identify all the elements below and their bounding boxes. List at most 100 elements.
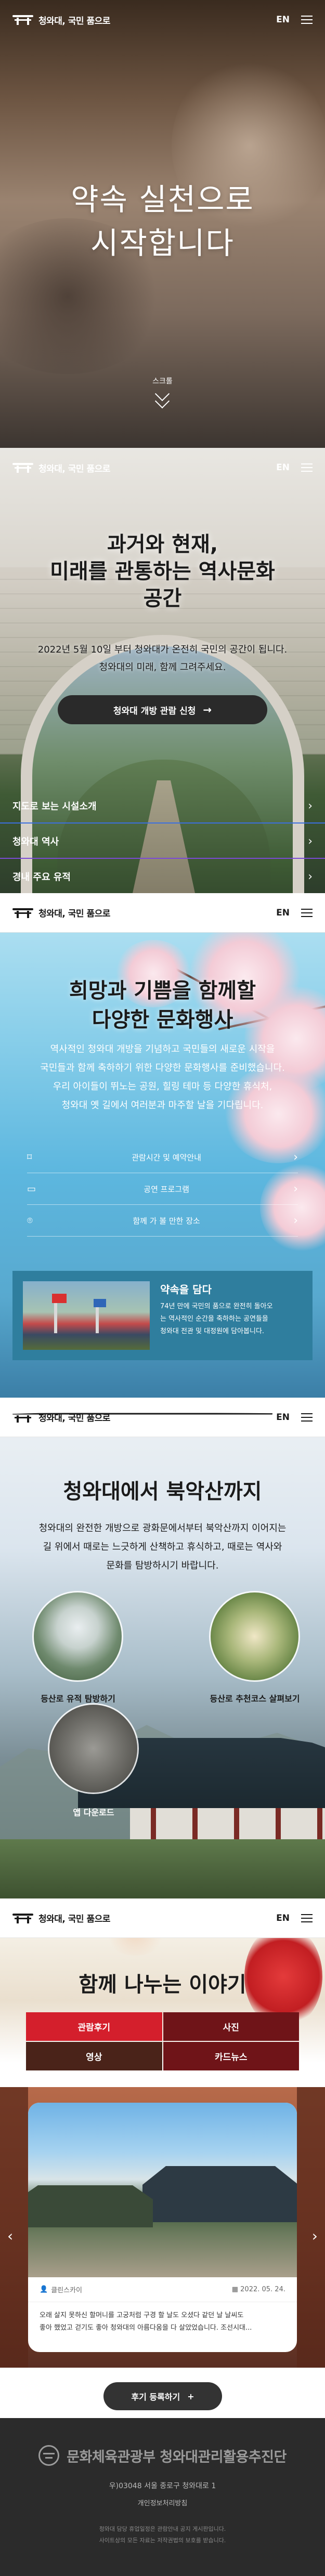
privacy-policy-link[interactable]: 개인정보처리방침	[0, 2498, 325, 2507]
review-carousel: ‹ › 👤 클린스카이 ▦ 2022. 05. 24. 오래 살지 못하신 할머니…	[0, 2087, 325, 2368]
history-title-line3: 공간	[143, 587, 182, 610]
hamburger-menu-icon[interactable]	[301, 1413, 313, 1422]
culture-desc-line4: 청와대 옛 길에서 여러분과 마주할 날을 기다립니다.	[61, 1100, 264, 1111]
location-pin-icon: ⌾	[27, 1215, 33, 1226]
app-download-button[interactable]	[48, 1703, 139, 1794]
review-text-line2: 좋아 했었고 걷기도 좋아 청와대의 아름다움을 다 살았었습니다. 조선시대.…	[40, 2324, 252, 2332]
bluehouse-logo-icon	[12, 461, 33, 474]
history-title-line1: 과거와 현재,	[107, 533, 218, 556]
hamburger-menu-icon[interactable]	[301, 463, 313, 472]
language-toggle[interactable]: EN	[276, 1913, 290, 1923]
bugak-description: 청와대의 완전한 개방으로 광화문에서부터 북악산까지 이어지는 길 위에서 때…	[10, 1519, 315, 1575]
info-row-program[interactable]: ▭ 공연 프로그램 ›	[27, 1173, 298, 1205]
review-user: 클린스카이	[51, 2287, 82, 2294]
bluehouse-logo-icon	[12, 1411, 272, 1424]
culture-desc-line1: 역사적인 청와대 개방을 기념하고 국민들의 새로운 시작을	[50, 1044, 275, 1055]
link-label: 지도로 보는 시설소개	[12, 801, 97, 812]
logo-text: 청와대, 국민 품으로	[38, 16, 110, 26]
link-label: 청와대 역사	[12, 836, 59, 847]
footer-logo-text: 문화체육관광부 청와대관리활용추진단	[67, 2449, 287, 2465]
visit-apply-button[interactable]: 청와대 개방 관람 신청 →	[58, 695, 267, 724]
chevron-right-icon: ›	[308, 834, 313, 848]
history-desc-line1: 2022년 5월 10일 부터 청와대가 온전히 국민의 공간이 됩니다.	[37, 644, 288, 655]
hamburger-menu-icon[interactable]	[301, 16, 313, 24]
info-row-hours[interactable]: ⌑ 관람시간 및 예약안내 ›	[27, 1141, 298, 1173]
ceremony-photo	[23, 1281, 150, 1350]
tab-reviews[interactable]: 관람후기	[26, 2012, 162, 2041]
review-meta: 👤 클린스카이 ▦ 2022. 05. 24.	[28, 2277, 297, 2302]
history-title: 과거와 현재, 미래를 관통하는 역사문화 공간	[0, 531, 325, 612]
review-date: ▦ 2022. 05. 24.	[232, 2286, 285, 2293]
promise-card[interactable]: 약속을 담다 74년 만에 국민의 품으로 완전히 돌아오 는 역사적인 순간을…	[12, 1271, 313, 1360]
site-logo[interactable]: 청와대, 국민 품으로	[12, 461, 110, 474]
language-toggle[interactable]: EN	[276, 15, 290, 25]
bugak-desc-line2: 길 위에서 때로는 느긋하게 산책하고 휴식하고, 때로는 역사와	[43, 1542, 282, 1552]
history-description: 2022년 5월 10일 부터 청와대가 온전히 국민의 공간이 됩니다. 청와…	[10, 641, 315, 676]
trail-course-button[interactable]	[209, 1591, 300, 1682]
culture-desc-line2: 국민들과 함께 축하하기 위한 다양한 문화행사를 준비했습니다.	[40, 1063, 285, 1073]
register-review-label: 후기 등록하기	[131, 2392, 180, 2402]
info-row-label: 관람시간 및 예약안내	[132, 1152, 201, 1162]
history-title-line2: 미래를 관통하는 역사문화	[50, 560, 275, 583]
info-row-places[interactable]: ⌾ 함께 가 볼 만한 장소 ›	[27, 1205, 298, 1237]
site-logo[interactable]: 청와대, 국민 품으로	[12, 906, 110, 919]
app-download-label[interactable]: 앱 다운로드	[36, 1805, 151, 1818]
history-desc-line2: 청와대의 미래, 함께 그려주세요.	[99, 662, 226, 673]
footer: 문화체육관광부 청와대관리활용추진단 우)03048 서울 종로구 청와대로 1…	[0, 2418, 325, 2576]
card-desc-line1: 74년 만에 국민의 품으로 완전히 돌아오	[160, 1303, 273, 1310]
chevron-right-icon[interactable]: ›	[312, 2227, 318, 2245]
chevron-right-icon: ›	[308, 799, 313, 813]
review-date-text: 2022. 05. 24.	[240, 2286, 285, 2293]
story-title: 함께 나누는 이야기	[79, 1973, 246, 1997]
language-toggle[interactable]: EN	[276, 1412, 290, 1423]
tab-photos[interactable]: 사진	[163, 2012, 299, 2041]
site-logo[interactable]: 청와대, 국민 품으로	[12, 1911, 110, 1924]
trail-relics-tour-button[interactable]	[32, 1591, 123, 1682]
register-review-button[interactable]: 후기 등록하기 +	[103, 2382, 222, 2410]
link-facility-map[interactable]: 지도로 보는 시설소개 ›	[0, 788, 325, 824]
chevron-right-icon: ›	[293, 1182, 298, 1196]
trail-course-label[interactable]: 등산로 추천코스 살펴보기	[187, 1692, 322, 1704]
history-links: 지도로 보는 시설소개 › 청와대 역사 › 경내 주요 유적 ›	[0, 788, 325, 893]
trail-relics-label[interactable]: 등산로 유적 탐방하기	[21, 1692, 135, 1704]
site-logo[interactable]: 청와대, 국민 품으로	[12, 1411, 272, 1424]
link-main-relics[interactable]: 경내 주요 유적 ›	[0, 859, 325, 893]
bugak-desc-line1: 청와대의 완전한 개방으로 광화문에서부터 북악산까지 이어지는	[38, 1523, 287, 1534]
plus-icon: +	[187, 2391, 194, 2401]
bugak-title: 청와대에서 북악산까지	[63, 1480, 262, 1504]
bluehouse-logo-icon	[12, 14, 33, 26]
story-section: 청와대, 국민 품으로 EN 함께 나누는 이야기 관람후기 사진 영상 카드뉴…	[0, 1898, 325, 2418]
hamburger-menu-icon[interactable]	[301, 908, 313, 917]
footer-notice: 청와대 담당 휴업일정은 관람안내 공지 게시판입니다. 사이트상의 모든 자료…	[0, 2524, 325, 2546]
tab-cardnews[interactable]: 카드뉴스	[163, 2042, 299, 2070]
info-row-label: 함께 가 볼 만한 장소	[133, 1216, 200, 1226]
hero-title: 약속 실천으로 시작합니다	[0, 178, 325, 265]
culture-info-list: ⌑ 관람시간 및 예약안내 › ▭ 공연 프로그램 › ⌾ 함께 가 볼 만한 …	[27, 1141, 298, 1237]
card-description: 74년 만에 국민의 품으로 완전히 돌아오 는 역사적인 순간을 축하하는 공…	[160, 1300, 273, 1338]
header: 청와대, 국민 품으로 EN	[0, 0, 325, 39]
bugak-section: 청와대, 국민 품으로 EN 청와대에서 북악산까지 청와대의 완전한 개방으로…	[0, 1398, 325, 1898]
monitor-icon: ▭	[27, 1183, 36, 1194]
user-icon: 👤	[40, 2286, 48, 2293]
culture-description: 역사적인 청와대 개방을 기념하고 국민들의 새로운 시작을 국민들과 함께 축…	[12, 1040, 313, 1115]
chevron-right-icon: ›	[293, 1150, 298, 1164]
review-card[interactable]: 👤 클린스카이 ▦ 2022. 05. 24. 오래 살지 못하신 할머니를 고궁…	[28, 2103, 297, 2352]
logo-text: 청와대, 국민 품으로	[38, 463, 110, 474]
language-toggle[interactable]: EN	[276, 908, 290, 918]
link-bluehouse-history[interactable]: 청와대 역사 ›	[0, 824, 325, 859]
header: 청와대, 국민 품으로 EN	[0, 1898, 325, 1938]
logo-text: 청와대, 국민 품으로	[38, 909, 110, 919]
language-toggle[interactable]: EN	[276, 462, 290, 473]
chevron-left-icon[interactable]: ‹	[7, 2227, 13, 2245]
hero-title-line1: 약속 실천으로	[71, 182, 254, 217]
footer-address: 우)03048 서울 종로구 청와대로 1	[109, 2482, 216, 2490]
story-tabs: 관람후기 사진 영상 카드뉴스	[26, 2012, 299, 2070]
tab-videos[interactable]: 영상	[26, 2042, 162, 2070]
review-photo	[28, 2103, 297, 2277]
hamburger-menu-icon[interactable]	[301, 1914, 313, 1922]
culture-section: 청와대, 국민 품으로 EN 희망과 기쁨을 함께할 다양한 문화행사 역사적인…	[0, 893, 325, 1398]
bookmark-icon: ⌑	[27, 1151, 32, 1163]
ministry-emblem-icon	[38, 2445, 60, 2466]
bluehouse-logo-icon	[12, 907, 33, 919]
site-logo[interactable]: 청와대, 국민 품으로	[12, 14, 110, 26]
